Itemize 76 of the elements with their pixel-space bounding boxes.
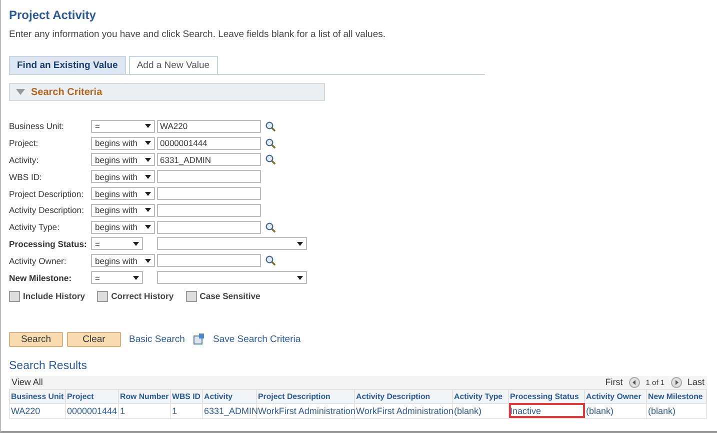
operator-dropdown[interactable]: begins with [91,153,155,166]
operator-dropdown[interactable]: begins with [91,220,155,234]
caret-icon [145,124,151,128]
field-label: Activity Owner: [9,256,68,266]
caret-icon [145,208,151,212]
checkbox-option[interactable]: Include History [9,290,86,302]
page-title: Project Activity [9,8,97,24]
basic-search-link[interactable]: Basic Search [129,334,185,345]
save-document-icon[interactable] [192,333,205,346]
search-icon[interactable] [265,120,276,132]
operator-dropdown[interactable]: begins with [91,170,155,184]
previous-icon[interactable] [628,376,640,388]
table-cell[interactable]: WorkFirst Administration [256,403,355,418]
table-cell[interactable]: WorkFirst Administration [354,403,453,418]
field-label: Project Description: [9,188,85,199]
caret-icon [297,242,303,246]
input-field[interactable]: 6331_ADMIN [157,153,261,166]
field-label: Project: [9,138,40,148]
table-cell[interactable]: WA220 [10,403,66,418]
caret-icon [145,225,151,230]
operator-dropdown[interactable]: = [91,120,155,133]
field-label: New Milestone: [9,272,73,283]
view-all-link[interactable]: View All [12,377,43,388]
table-cell[interactable]: (blank) [646,403,707,418]
section-header[interactable]: Search Criteria [9,83,325,101]
search-icon[interactable] [265,255,276,266]
search-button[interactable]: Search [9,332,63,347]
table-cell[interactable]: 1 [170,403,203,418]
tab[interactable]: Find an Existing Value [9,56,126,74]
search-icon[interactable] [265,138,276,149]
table-cell[interactable]: Inactive [508,403,585,418]
input-field[interactable] [157,220,261,234]
checkbox-option[interactable]: Correct History [97,290,174,302]
field-label: Business Unit: [9,121,65,132]
table-cell[interactable]: (blank) [584,403,647,418]
search-icon[interactable] [265,154,276,166]
operator-dropdown[interactable]: begins with [91,136,155,150]
field-label: Activity Description: [9,205,85,216]
instructions-text: Enter any information you have and click Search. Leave fields blank for a list of all values. [9,29,387,42]
field-label: Processing Status: [9,238,88,249]
checkbox-option[interactable]: Case Sensitive [186,290,260,302]
next-icon[interactable] [670,376,682,388]
caret-icon [145,192,151,196]
first-link[interactable]: First [605,377,623,388]
input-field[interactable] [157,187,261,200]
caret-icon [145,258,151,263]
field-label: WBS ID: [9,172,43,182]
input-field[interactable]: 0000001444 [157,136,261,150]
tab[interactable]: Add a New Value [128,56,218,74]
table-cell[interactable]: 0000001444 [66,403,118,418]
search-icon[interactable] [265,222,276,233]
table-cell[interactable]: (blank) [452,403,509,418]
last-link[interactable]: Last [688,377,705,388]
caret-icon [297,276,303,280]
caret-icon [145,158,151,162]
field-label: Activity: [9,154,40,165]
field-label: Activity Type: [9,222,60,232]
input-field[interactable] [157,204,261,217]
caret-icon [133,242,139,246]
operator-dropdown[interactable]: begins with [91,187,155,200]
caret-icon [145,174,151,179]
clear-button[interactable]: Clear [67,332,121,347]
operator-dropdown[interactable]: = [91,271,143,284]
input-field[interactable] [157,254,261,268]
save-criteria-link[interactable]: Save Search Criteria [212,334,301,345]
section-title: Search Criteria [31,86,102,98]
operator-dropdown[interactable]: begins with [91,254,155,268]
caret-icon [133,276,139,280]
input-field[interactable] [157,170,261,184]
operator-dropdown[interactable]: begins with [91,204,155,217]
caret-icon [145,141,151,146]
operator-dropdown[interactable]: = [91,237,143,250]
table-cell[interactable]: 1 [118,403,171,418]
results-title: Search Results [9,360,88,372]
input-field[interactable]: WA220 [157,120,261,133]
table-cell[interactable]: 6331_ADMIN [202,403,257,418]
